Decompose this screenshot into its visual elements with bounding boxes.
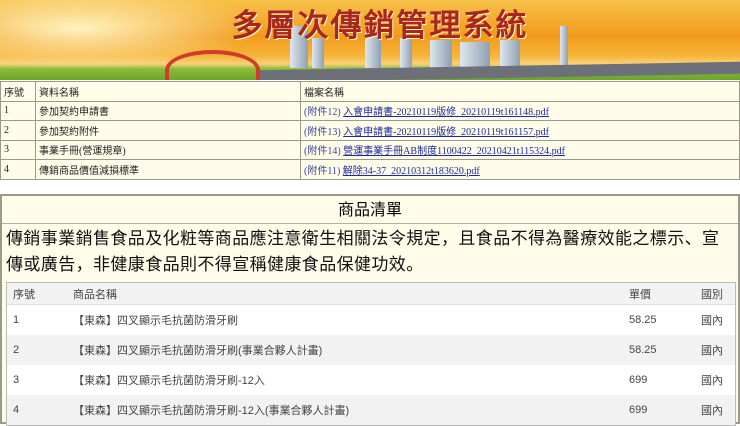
table-row: 2 參加契約附件 (附件13) 入會申請書-20210119版修_2021011…	[0, 120, 740, 141]
file-link[interactable]: 解除34-37_20210312t183620.pdf	[343, 166, 480, 177]
table-row: 1 【東森】四叉顯示毛抗菌防滑牙刷 58.25 國內	[7, 305, 735, 335]
header-no: 序號	[0, 81, 36, 102]
row-no: 3	[13, 374, 20, 386]
table-row: 1 參加契約申請書 (附件12) 入會申請書-20210119版修_202101…	[0, 100, 740, 121]
section-title: 商品清單	[2, 196, 738, 224]
row-price: 699	[629, 404, 648, 416]
row-name: 參加契約附件	[35, 120, 301, 141]
row-no: 4	[0, 159, 36, 180]
row-file: (附件13) 入會申請書-20210119版修_20210119t161157.…	[300, 120, 740, 141]
row-no: 2	[13, 344, 20, 356]
row-country: 國內	[701, 375, 723, 387]
attachment-label: (附件12)	[304, 107, 341, 119]
attachment-label: (附件13)	[304, 126, 341, 138]
health-notice: 傳銷事業銷售食品及化粧等商品應注意衛生相關法令規定，且食品不得為醫療效能之標示、…	[6, 229, 720, 275]
header-no: 序號	[13, 288, 35, 301]
row-country: 國內	[701, 345, 723, 357]
row-price: 58.25	[629, 314, 657, 326]
attachment-label: (附件14)	[304, 146, 341, 158]
row-name: 傳銷商品價值減損標準	[35, 159, 301, 180]
system-title: 多層次傳銷管理系統	[231, 8, 529, 44]
row-name: 參加契約申請書	[35, 100, 301, 121]
row-name: 【東森】四叉顯示毛抗菌防滑牙刷	[73, 315, 238, 327]
product-rows: 1 【東森】四叉顯示毛抗菌防滑牙刷 58.25 國內 2 【東森】四叉顯示毛抗菌…	[7, 305, 735, 425]
row-name: 【東森】四叉顯示毛抗菌防滑牙刷-12入(事業合夥人計畫)	[73, 405, 350, 417]
table-header-row: 序號 商品名稱 單價 國別	[7, 283, 735, 305]
row-file: (附件11) 解除34-37_20210312t183620.pdf	[300, 159, 740, 180]
row-name: 【東森】四叉顯示毛抗菌防滑牙刷-12入	[73, 375, 265, 387]
table-row: 3 【東森】四叉顯示毛抗菌防滑牙刷-12入 699 國內	[7, 365, 735, 395]
product-list-section: 商品清單 傳銷事業銷售食品及化粧等商品應注意衛生相關法令規定，且食品不得為醫療效…	[0, 194, 740, 426]
row-no: 1	[0, 100, 36, 121]
table-row: 2 【東森】四叉顯示毛抗菌防滑牙刷(事業合夥人計畫) 58.25 國內	[7, 335, 735, 365]
row-country: 國內	[701, 405, 723, 417]
table-row: 4 傳銷商品價值減損標準 (附件11) 解除34-37_20210312t183…	[0, 159, 740, 180]
row-file: (附件14) 營運事業手冊AB制度1100422_20210421t115324…	[300, 139, 740, 160]
table-row: 4 【東森】四叉顯示毛抗菌防滑牙刷-12入(事業合夥人計畫) 699 國內	[7, 395, 735, 425]
file-link[interactable]: 入會申請書-20210119版修_20210119t161148.pdf	[343, 107, 549, 118]
file-link[interactable]: 營運事業手冊AB制度1100422_20210421t115324.pdf	[343, 146, 565, 157]
header-name: 商品名稱	[73, 288, 117, 301]
row-name: 事業手冊(營運規章)	[35, 139, 301, 160]
table-header-row: 序號 資料名稱 檔案名稱	[0, 81, 740, 102]
header-file: 檔案名稱	[300, 81, 740, 102]
attachment-label: (附件11)	[304, 165, 341, 177]
row-price: 699	[629, 374, 648, 386]
header-name: 資料名稱	[35, 81, 301, 102]
row-no: 2	[0, 120, 36, 141]
row-name: 【東森】四叉顯示毛抗菌防滑牙刷(事業合夥人計畫)	[73, 345, 323, 357]
row-no: 1	[13, 314, 20, 326]
row-price: 58.25	[629, 344, 657, 356]
documents-table: 序號 資料名稱 檔案名稱 1 參加契約申請書 (附件12) 入會申請書-2021…	[0, 81, 740, 180]
table-row: 3 事業手冊(營運規章) (附件14) 營運事業手冊AB制度1100422_20…	[0, 139, 740, 160]
product-table: 序號 商品名稱 單價 國別 1 【東森】四叉顯示毛抗菌防滑牙刷 58.25 國內…	[6, 282, 736, 426]
row-no: 4	[13, 404, 20, 416]
building-graphic	[460, 42, 490, 68]
header-banner: 多層次傳銷管理系統	[0, 0, 740, 80]
file-link[interactable]: 入會申請書-20210119版修_20210119t161157.pdf	[343, 127, 549, 138]
header-price: 單價	[629, 288, 651, 301]
header-country: 國別	[701, 288, 723, 301]
row-file: (附件12) 入會申請書-20210119版修_20210119t161148.…	[300, 100, 740, 121]
row-country: 國內	[701, 315, 723, 327]
row-no: 3	[0, 139, 36, 160]
